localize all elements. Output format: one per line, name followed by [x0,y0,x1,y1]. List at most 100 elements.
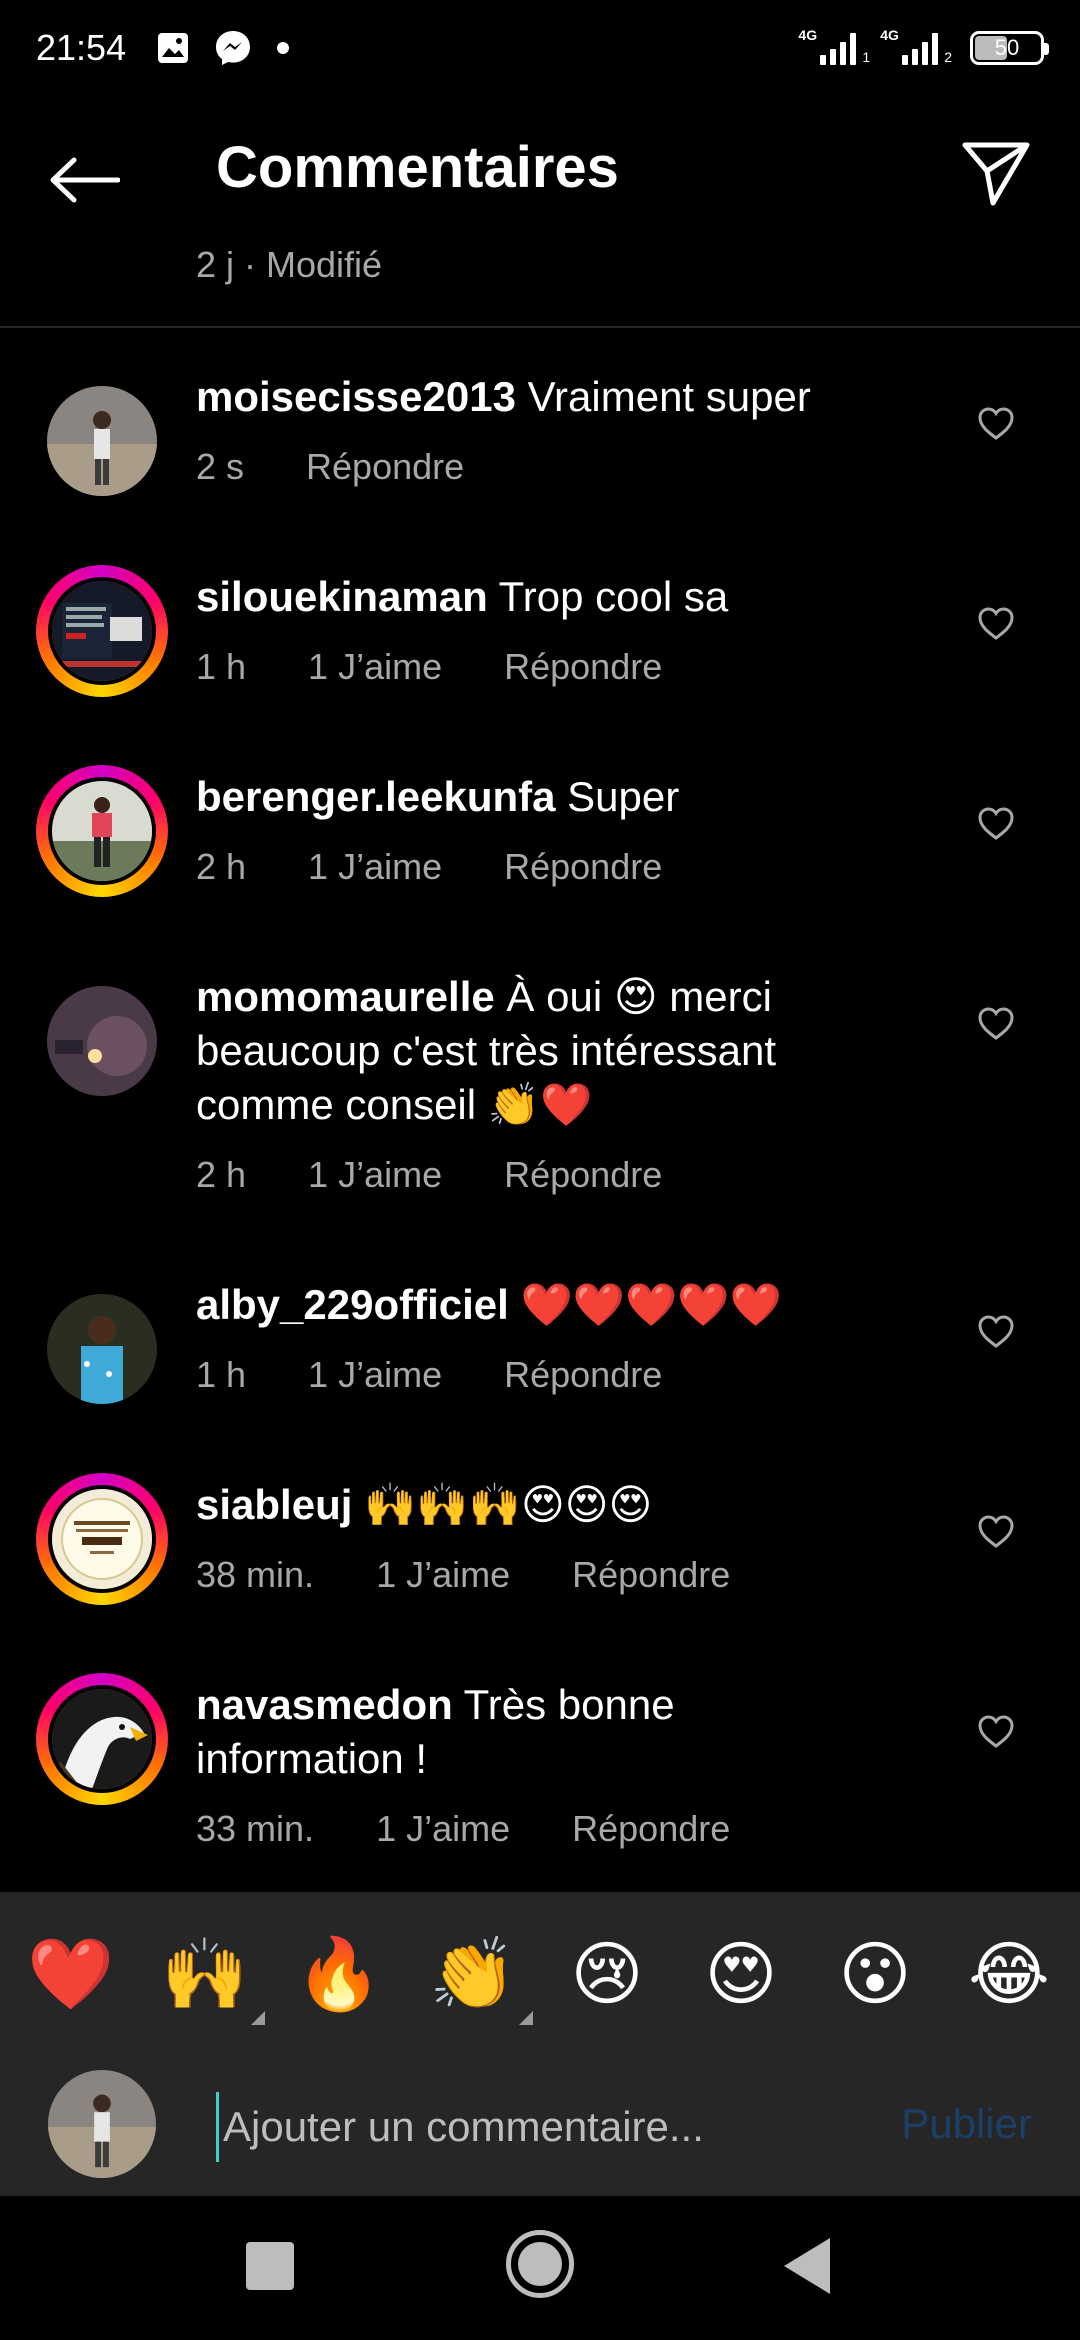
emoji-clapping-glyph: 👏 [429,1935,517,2013]
heart-outline-icon [978,1715,1014,1748]
heart-outline-icon [978,407,1014,440]
comment-time: 2 s [196,446,245,487]
comment-body: ❤️❤️❤️❤️❤️ [508,1281,782,1328]
comment-username[interactable]: berenger.leekunfa [196,773,555,820]
likes-count[interactable]: 1 J’aime [308,646,442,688]
emoji-tears-of-joy-button[interactable]: 😂 [949,1939,1069,2009]
comment-meta: 33 min. 1 J’aime Répondre [196,1808,730,1850]
status-right: 4G 1 4G 2 50 [798,27,1049,65]
home-circle-icon [518,2242,562,2286]
home-button[interactable] [506,2230,574,2298]
heart-outline-icon [978,1315,1014,1348]
system-back-button[interactable] [784,2238,830,2294]
emoji-clapping-button[interactable]: 👏 [413,1939,533,2025]
avatar[interactable] [36,1673,168,1805]
comment-username[interactable]: moisecisse2013 [196,373,516,420]
emoji-raising-hands-button[interactable]: 🙌 [145,1939,265,2025]
comment-username[interactable]: alby_229officiel [196,1281,509,1328]
comment-time: 1 h [196,646,247,687]
send-icon [962,142,1030,206]
recent-apps-button[interactable] [246,2242,294,2290]
network-type-2: 4G [880,27,899,43]
comment-body: Vraiment super [515,373,811,420]
arrow-left-icon [50,157,120,203]
signal-icon-sim1: 4G 1 [798,27,871,65]
comment-meta: 1 h 1 J’aime Répondre [196,1354,662,1396]
like-button[interactable] [970,1706,1022,1758]
comment-meta: 38 min. 1 J’aime Répondre [196,1554,730,1596]
heart-outline-icon [978,807,1014,840]
likes-count[interactable]: 1 J’aime [376,1554,510,1596]
sim-index-1: 1 [862,49,871,65]
battery-level: 50 [994,35,1020,60]
like-button[interactable] [970,398,1022,450]
comment-text: berenger.leekunfa Super [196,770,856,824]
likes-count[interactable]: 1 J’aime [308,846,442,888]
likes-count[interactable]: 1 J’aime [308,1154,442,1196]
reply-button[interactable]: Répondre [572,1808,730,1850]
comment-text: silouekinaman Trop cool sa [196,570,856,624]
heart-outline-icon [978,1007,1014,1040]
emoji-raising-hands-glyph: 🙌 [161,1935,249,2013]
avatar[interactable] [36,1283,168,1415]
share-button[interactable] [952,130,1040,218]
reply-button[interactable]: Répondre [504,1354,662,1396]
emoji-heart-button[interactable]: ❤️ [11,1939,131,2009]
comment-username[interactable]: silouekinaman [196,573,488,620]
status-bar: 21:54 4G 1 4G 2 50 [0,0,1080,96]
comment-username[interactable]: siableuj [196,1481,352,1528]
comment-text: navasmedon Très bonne information ! [196,1678,856,1786]
like-button[interactable] [970,1506,1022,1558]
heart-outline-icon [978,1515,1014,1548]
comment-username[interactable]: momomaurelle [196,973,495,1020]
emoji-crying-button[interactable]: 😢 [547,1939,667,2009]
image-icon [158,33,189,63]
likes-count[interactable]: 1 J’aime [308,1354,442,1396]
publish-button[interactable]: Publier [901,2100,1032,2148]
status-time: 21:54 [36,27,127,68]
reply-button[interactable]: Répondre [504,846,662,888]
comment-body: Super [555,773,680,820]
header: Commentaires [0,96,1080,236]
comment-time: 38 min. [196,1554,315,1595]
comment-time: 2 h [196,1154,247,1195]
comment-text: moisecisse2013 Vraiment super [196,370,856,424]
likes-count[interactable]: 1 J’aime [376,1808,510,1850]
comment-body: 🙌🙌🙌😍😍😍 [352,1481,653,1528]
dot-icon [277,42,290,54]
like-button[interactable] [970,598,1022,650]
avatar[interactable] [36,375,168,507]
emoji-surprised-button[interactable]: 😮 [815,1939,935,2009]
skin-tone-indicator-icon [519,2011,533,2025]
skin-tone-indicator-icon [251,2011,265,2025]
like-button[interactable] [970,798,1022,850]
post-meta: 2 j · Modifié [196,244,383,285]
avatar[interactable] [36,1473,168,1605]
battery-icon: 50 [970,31,1049,65]
comment-input[interactable] [216,2092,856,2162]
like-button[interactable] [970,1306,1022,1358]
emoji-heart-eyes-button[interactable]: 😍 [681,1939,801,2009]
sim-index-2: 2 [944,49,952,65]
reply-button[interactable]: Répondre [504,1154,662,1196]
notification-icons [156,29,290,67]
avatar[interactable] [36,565,168,697]
like-button[interactable] [970,998,1022,1050]
comment-meta: 2 h 1 J’aime Répondre [196,846,662,888]
comment-username[interactable]: navasmedon [196,1681,453,1728]
avatar[interactable] [36,765,168,897]
reply-button[interactable]: Répondre [572,1554,730,1596]
reply-button[interactable]: Répondre [306,446,464,488]
back-button[interactable] [40,136,128,224]
emoji-bar: ❤️ 🙌 🔥 👏 😢 😍 😮 😂 [0,1892,1080,2056]
emoji-fire-button[interactable]: 🔥 [279,1939,399,2009]
comment-text: momomaurelle À oui 😍 merci beaucoup c'es… [196,970,856,1132]
comment-meta: 2 h 1 J’aime Répondre [196,1154,662,1196]
reply-button[interactable]: Répondre [504,646,662,688]
comment-text: alby_229officiel ❤️❤️❤️❤️❤️ [196,1278,856,1332]
signal-icon-sim2: 4G 2 [880,27,952,65]
heart-outline-icon [978,607,1014,640]
comment-time: 1 h [196,1354,247,1395]
divider [0,326,1080,328]
avatar[interactable] [36,975,168,1107]
